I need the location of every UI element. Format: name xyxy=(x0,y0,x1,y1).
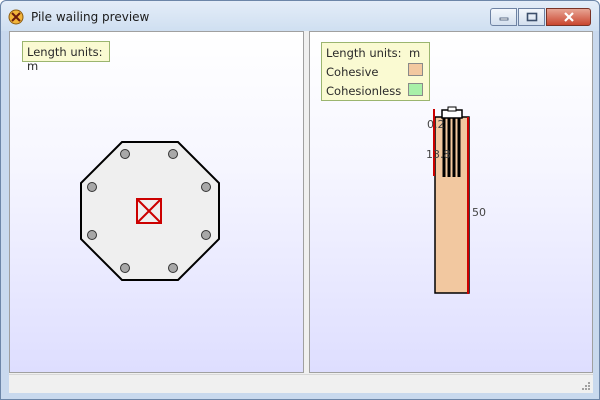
mid-level-label: 13.8 xyxy=(426,148,451,161)
app-window: Pile wailing preview Length units: m Len… xyxy=(0,0,600,400)
close-button[interactable] xyxy=(546,8,591,26)
pile xyxy=(87,230,97,240)
section-view-pane[interactable]: Length units: m Cohesive Cohesionless 0.… xyxy=(309,31,593,373)
pile-head xyxy=(447,106,457,112)
pile xyxy=(120,149,130,159)
status-bar xyxy=(9,374,593,393)
top-level-label: 0.2 xyxy=(427,118,445,131)
pile xyxy=(168,149,178,159)
legend-units-value: m xyxy=(409,46,421,60)
title-bar[interactable]: Pile wailing preview xyxy=(1,1,599,31)
pile xyxy=(201,230,211,240)
app-logo-icon[interactable] xyxy=(8,9,24,25)
resize-grip-icon[interactable] xyxy=(581,381,591,391)
client-area: Length units: m Length units: m Cohesive… xyxy=(9,31,593,393)
pile xyxy=(168,263,178,273)
maximize-icon xyxy=(526,12,537,22)
legend-units-label: Length units: xyxy=(326,46,402,60)
legend-cohesionless-label: Cohesionless xyxy=(326,84,402,98)
plan-view-pane[interactable]: Length units: m xyxy=(9,31,304,373)
minimize-icon xyxy=(499,17,508,21)
close-icon xyxy=(563,12,574,22)
minimize-button[interactable] xyxy=(490,8,517,26)
plan-view-drawing xyxy=(80,141,220,281)
soil-legend: Length units: m Cohesive Cohesionless xyxy=(321,42,430,101)
maximize-button[interactable] xyxy=(518,8,545,26)
soil-column xyxy=(434,116,470,294)
pile xyxy=(201,182,211,192)
legend-cohesive-label: Cohesive xyxy=(326,65,379,79)
cohesionless-swatch xyxy=(408,83,423,96)
window-title: Pile wailing preview xyxy=(31,10,150,24)
caption-buttons xyxy=(489,8,591,26)
cohesive-swatch xyxy=(408,63,423,76)
plan-units-legend: Length units: m xyxy=(22,41,110,73)
pile xyxy=(120,263,130,273)
pile-length-label: 50 xyxy=(472,206,486,219)
pile xyxy=(87,182,97,192)
